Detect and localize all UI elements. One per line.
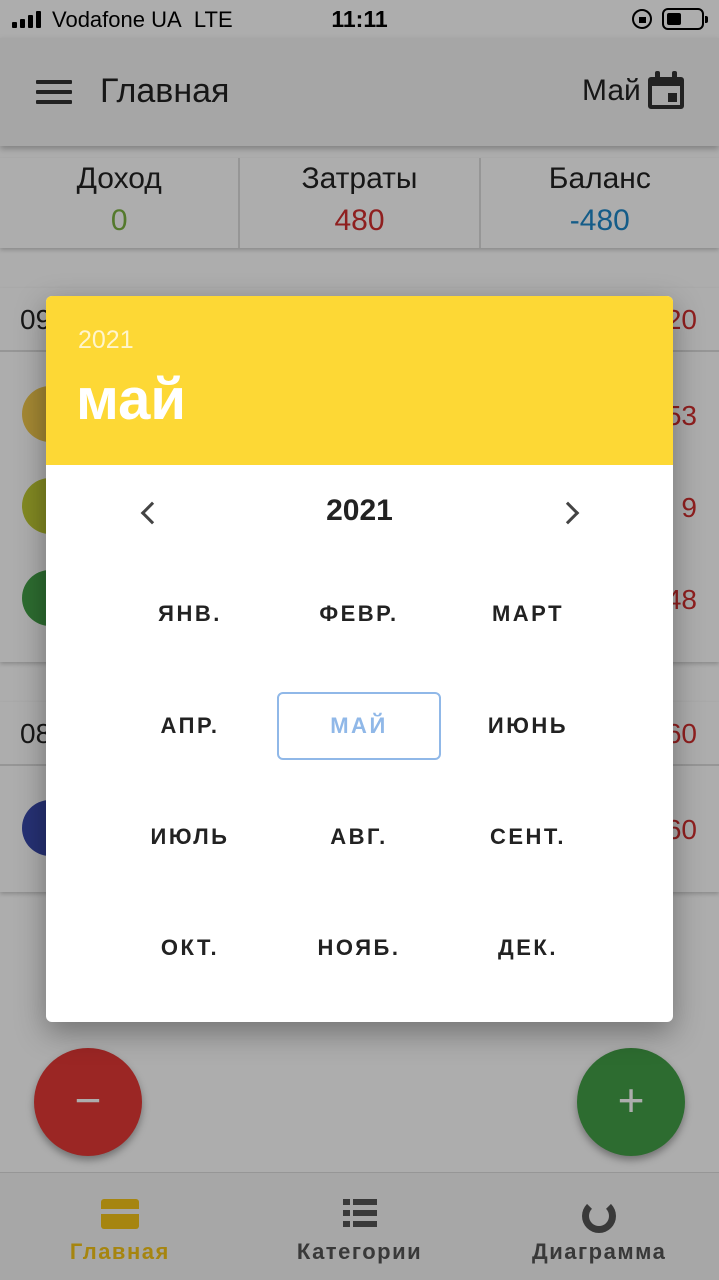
month-cell[interactable]: АПР. [108, 692, 272, 760]
next-year-button[interactable] [550, 492, 594, 536]
month-cell[interactable]: ИЮНЬ [446, 692, 610, 760]
month-cell[interactable]: ЯНВ. [108, 580, 272, 648]
month-cell-selected[interactable]: МАЙ [277, 692, 441, 760]
month-cell[interactable]: ОКТ. [108, 914, 272, 982]
month-cell[interactable]: НОЯБ. [277, 914, 441, 982]
status-bar-overlay [0, 0, 719, 38]
previous-year-button[interactable] [126, 492, 170, 536]
month-cell[interactable]: АВГ. [277, 803, 441, 871]
month-cell[interactable]: СЕНТ. [446, 803, 610, 871]
month-picker-dialog: 2021 май 2021 ЯНВ. ФЕВР. МАРТ АПР. МАЙ И… [46, 296, 673, 1022]
month-cell[interactable]: ИЮЛЬ [108, 803, 272, 871]
month-cell[interactable]: МАРТ [446, 580, 610, 648]
chevron-right-icon [556, 501, 580, 525]
month-picker-header: 2021 май [46, 296, 673, 465]
month-cell[interactable]: ДЕК. [446, 914, 610, 982]
month-cell[interactable]: ФЕВР. [277, 580, 441, 648]
chevron-left-icon [140, 501, 164, 525]
selected-year[interactable]: 2021 [78, 326, 134, 355]
selected-month-title: май [76, 367, 187, 432]
